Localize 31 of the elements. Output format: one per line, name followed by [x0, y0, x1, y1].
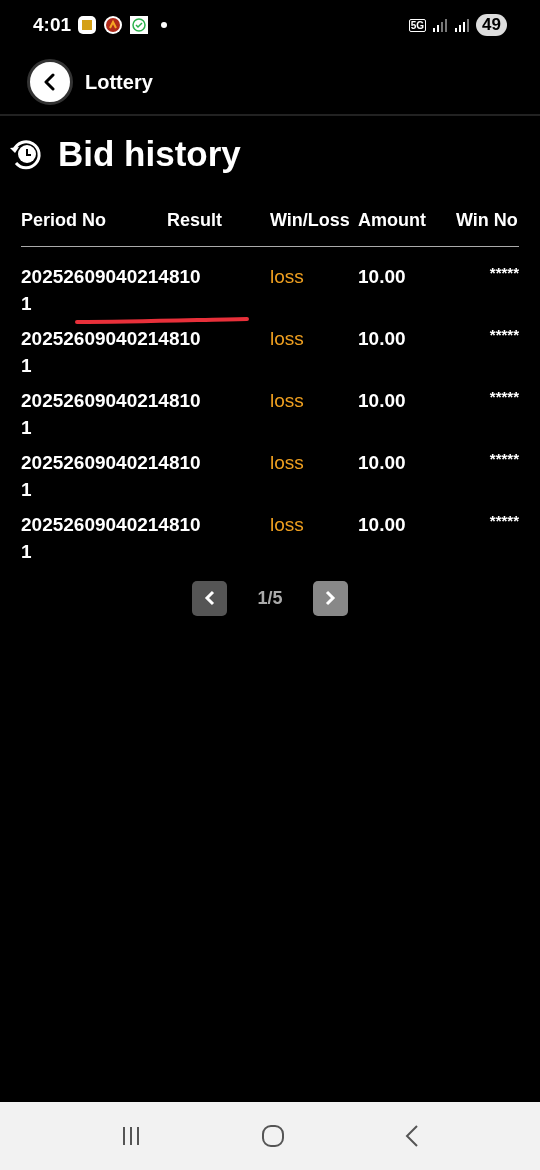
win-number: ***** [489, 324, 519, 345]
period-number: 202526090402148101 [21, 388, 202, 440]
win-loss-status: loss [270, 512, 305, 537]
period-number: 202526090402148101 [21, 264, 202, 316]
win-number: ***** [489, 262, 519, 283]
header-title: Lottery [85, 70, 153, 95]
win-number: ***** [489, 386, 519, 407]
column-header: Win/Loss [270, 208, 351, 232]
win-loss-status: loss [270, 264, 305, 289]
battery-level: 49 [476, 14, 507, 36]
page-indicator: 1/5 [257, 586, 283, 610]
page-title: Bid history [58, 133, 241, 175]
column-header: Period No [21, 208, 107, 232]
period-number: 202526090402148101 [21, 326, 202, 378]
amount-value: 10.00 [358, 264, 407, 289]
amount-value: 10.00 [358, 388, 407, 413]
amount-value: 10.00 [358, 326, 407, 351]
column-header: Result [167, 208, 223, 232]
win-number: ***** [489, 448, 519, 469]
period-number: 202526090402148101 [21, 450, 202, 502]
win-number: ***** [489, 510, 519, 531]
network-label: 5G [408, 18, 427, 32]
column-header: Amount [358, 208, 427, 232]
win-loss-status: loss [270, 450, 305, 475]
column-header: Win No [456, 208, 519, 232]
amount-value: 10.00 [358, 450, 407, 475]
status-time: 4:01 [33, 12, 72, 37]
win-loss-status: loss [270, 388, 305, 413]
amount-value: 10.00 [358, 512, 407, 537]
period-number: 202526090402148101 [21, 512, 202, 564]
win-loss-status: loss [270, 326, 305, 351]
